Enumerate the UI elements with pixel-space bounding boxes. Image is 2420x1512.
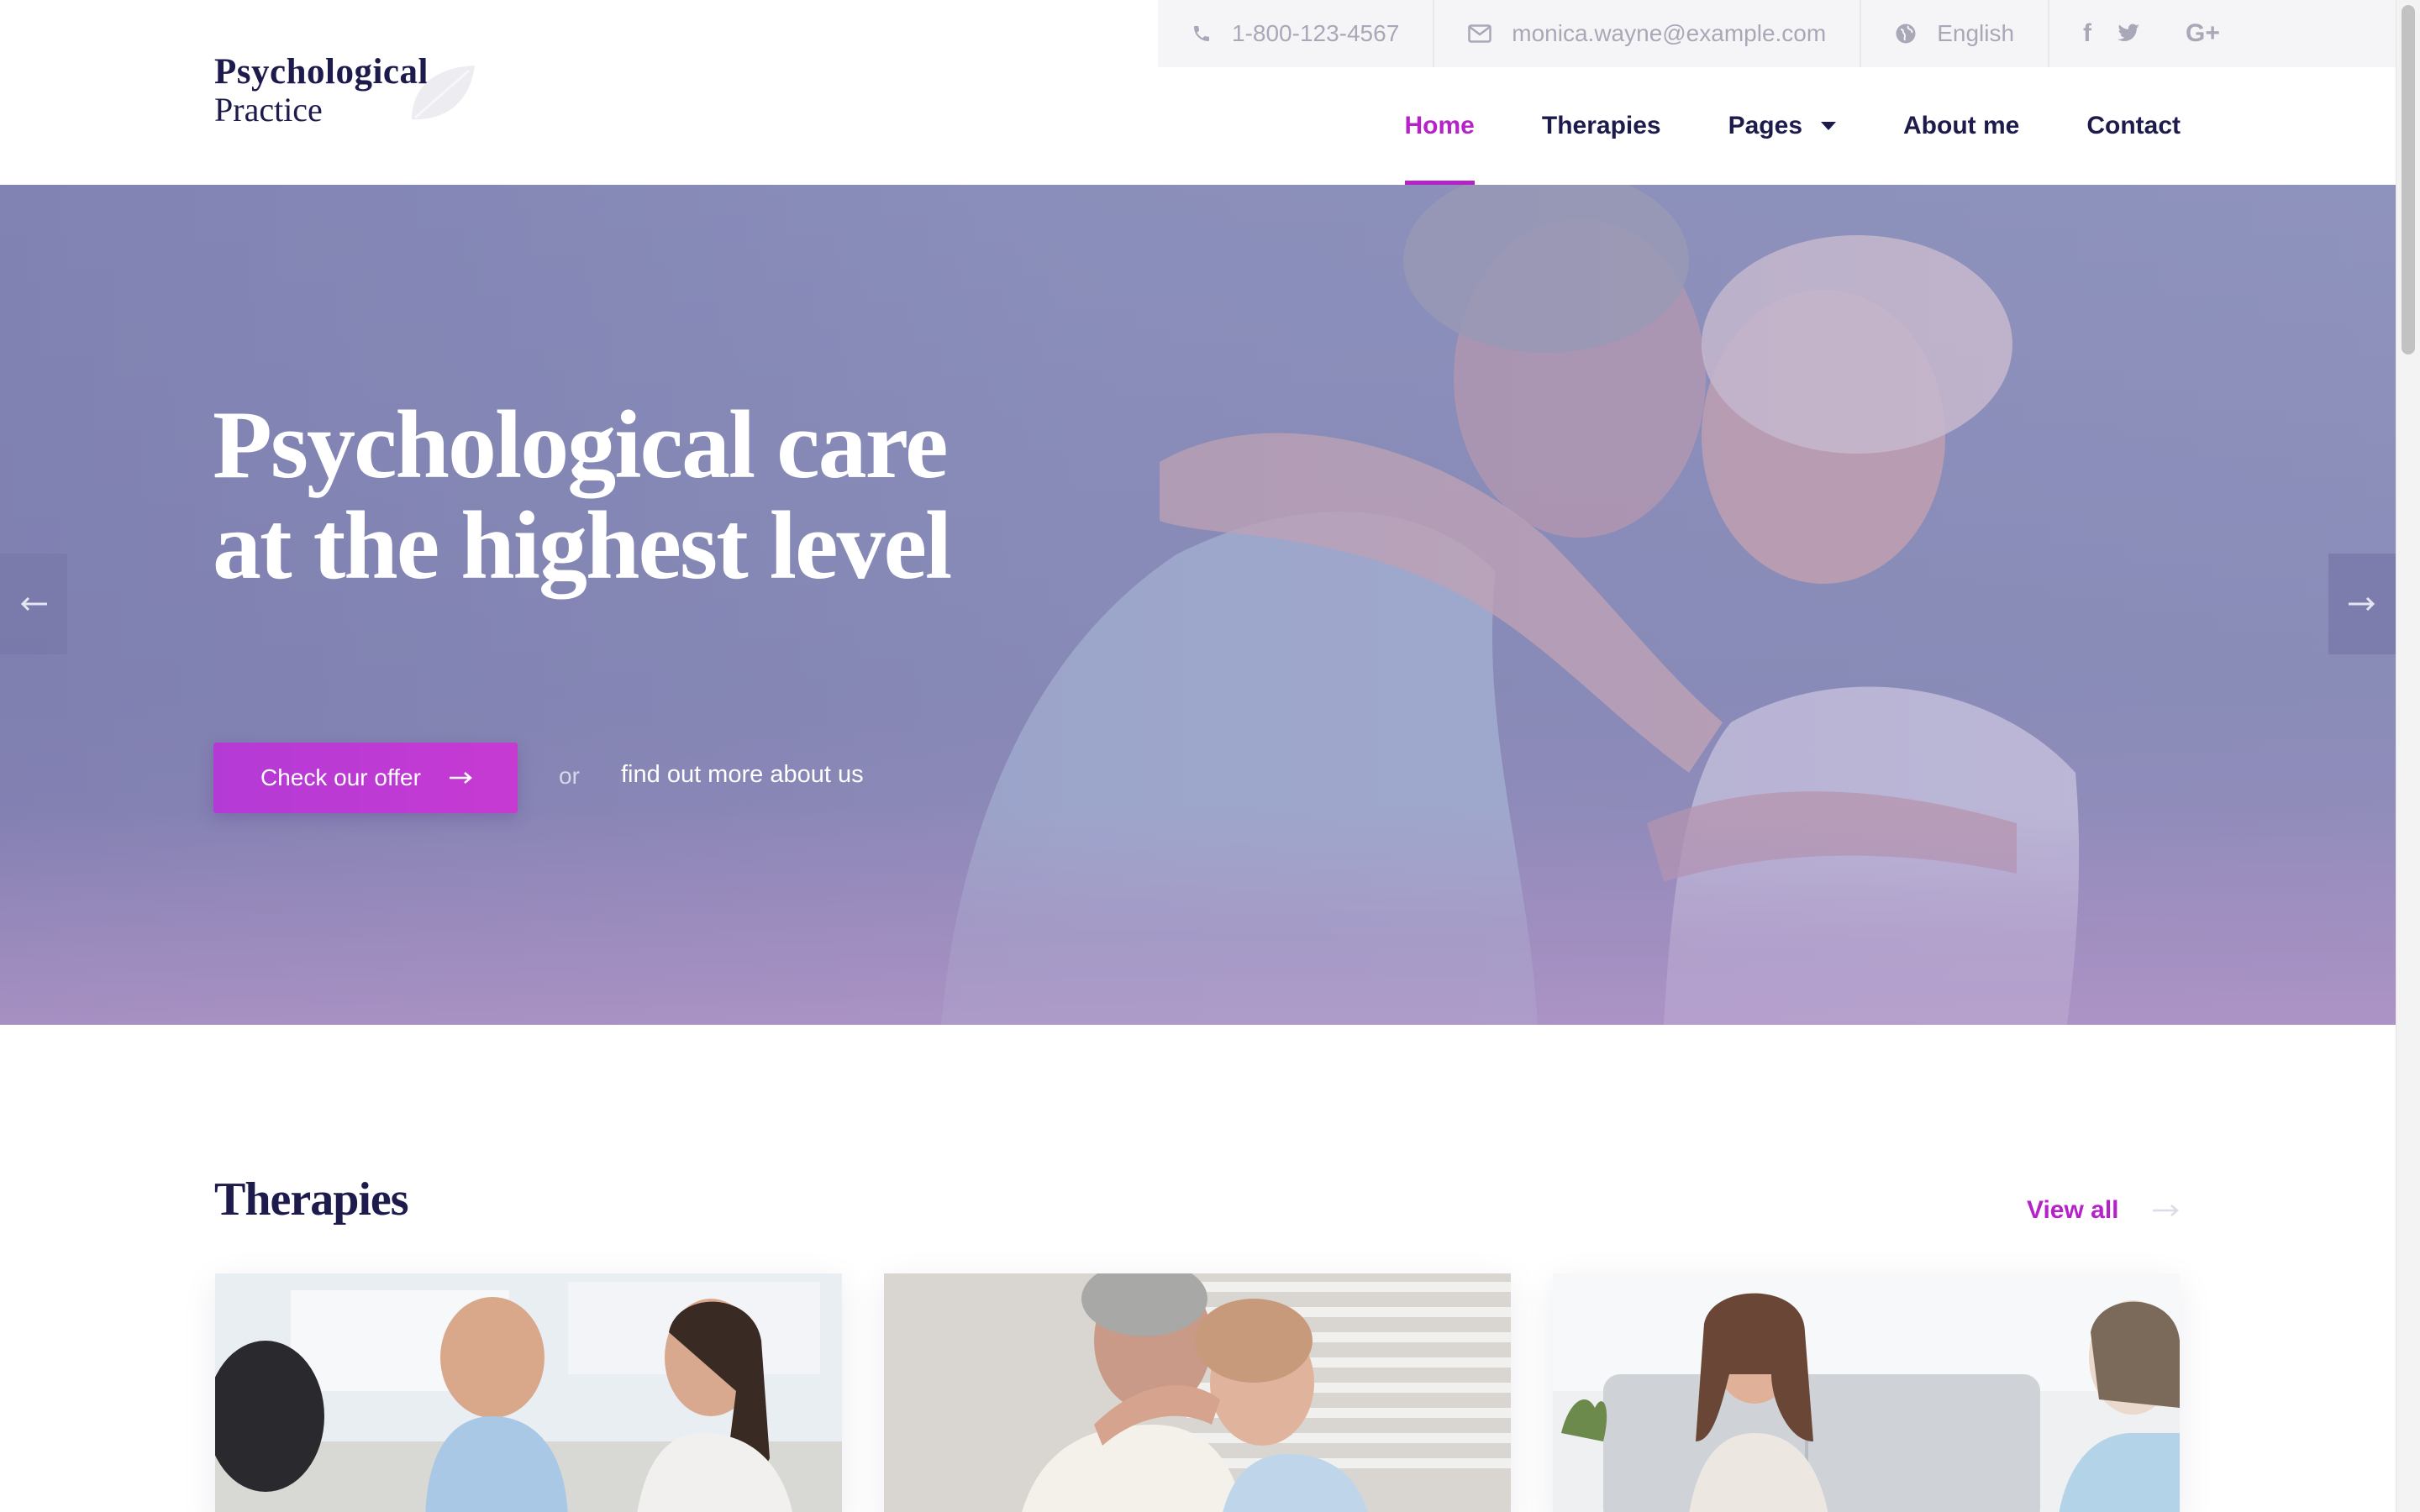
nav-about-me[interactable]: About me [1903, 102, 2019, 150]
social-links: f G+ [2049, 0, 2254, 67]
nav-therapies-label: Therapies [1541, 112, 1661, 139]
caret-down-icon [1821, 122, 1836, 130]
envelope-icon [1468, 24, 1492, 43]
scrollbar-thumb[interactable] [2402, 5, 2415, 354]
nav-pages-label: Pages [1728, 112, 1802, 139]
nav-contact-label: Contact [2086, 112, 2181, 139]
phone-contact[interactable]: 1-800-123-4567 [1158, 0, 1435, 67]
hero-title: Psychological care at the highest level [213, 391, 952, 600]
logo-line1: Psychological [214, 52, 429, 92]
globe-icon [1896, 24, 1916, 44]
find-out-more-link[interactable]: find out more about us [621, 761, 864, 789]
google-plus-icon[interactable]: G+ [2186, 19, 2220, 48]
nav-home[interactable]: Home [1404, 102, 1476, 185]
slider-next-button[interactable] [2328, 554, 2396, 654]
hero-or-text: or [559, 763, 580, 789]
site-logo[interactable]: Psychological Practice [214, 52, 475, 129]
view-all-link[interactable]: View all [2027, 1196, 2180, 1225]
therapy-card-couple[interactable] [884, 1273, 1511, 1512]
therapy-cards [215, 1273, 2180, 1512]
phone-icon [1194, 26, 1209, 41]
therapies-heading: Therapies [214, 1173, 409, 1226]
twitter-icon[interactable] [2117, 24, 2140, 44]
nav-contact[interactable]: Contact [2086, 102, 2181, 150]
hero-title-line1: Psychological care [213, 391, 949, 499]
therapy-image-individual [1553, 1273, 2180, 1512]
email-contact[interactable]: monica.wayne@example.com [1434, 0, 1862, 67]
phone-number: 1-800-123-4567 [1232, 20, 1400, 46]
nav-about-label: About me [1903, 112, 2020, 139]
leaf-icon [412, 66, 475, 120]
language-selector[interactable]: English [1861, 0, 2050, 67]
nav-therapies[interactable]: Therapies [1542, 102, 1661, 150]
top-contact-bar: 1-800-123-4567 monica.wayne@example.com … [1158, 0, 2396, 67]
therapy-card-group[interactable] [215, 1273, 842, 1512]
check-offer-button[interactable]: Check our offer [213, 743, 518, 813]
hero-field-gradient [0, 806, 2396, 1025]
therapy-image-couple [884, 1273, 1511, 1512]
hero-title-line2: at the highest level [213, 492, 952, 600]
arrow-right-icon [449, 772, 472, 784]
arrow-right-icon [2349, 597, 2375, 611]
check-offer-label: Check our offer [260, 764, 421, 790]
email-address: monica.wayne@example.com [1512, 20, 1827, 46]
nav-home-label: Home [1404, 112, 1475, 139]
hero-slider: Psychological care at the highest level … [0, 185, 2396, 1025]
facebook-icon[interactable]: f [2083, 19, 2091, 48]
arrow-right-icon [2152, 1205, 2179, 1216]
nav-pages[interactable]: Pages [1728, 102, 1836, 150]
slider-prev-button[interactable] [0, 554, 67, 654]
view-all-label: View all [2027, 1196, 2119, 1224]
therapy-image-group [215, 1273, 842, 1512]
logo-line2: Practice [214, 91, 323, 129]
main-nav: Home Therapies Pages About me Contact [1404, 102, 2181, 185]
page-scrollbar[interactable] [2396, 0, 2420, 1512]
language-label: English [1937, 20, 2015, 46]
arrow-left-icon [20, 597, 47, 611]
therapy-card-individual[interactable] [1553, 1273, 2180, 1512]
